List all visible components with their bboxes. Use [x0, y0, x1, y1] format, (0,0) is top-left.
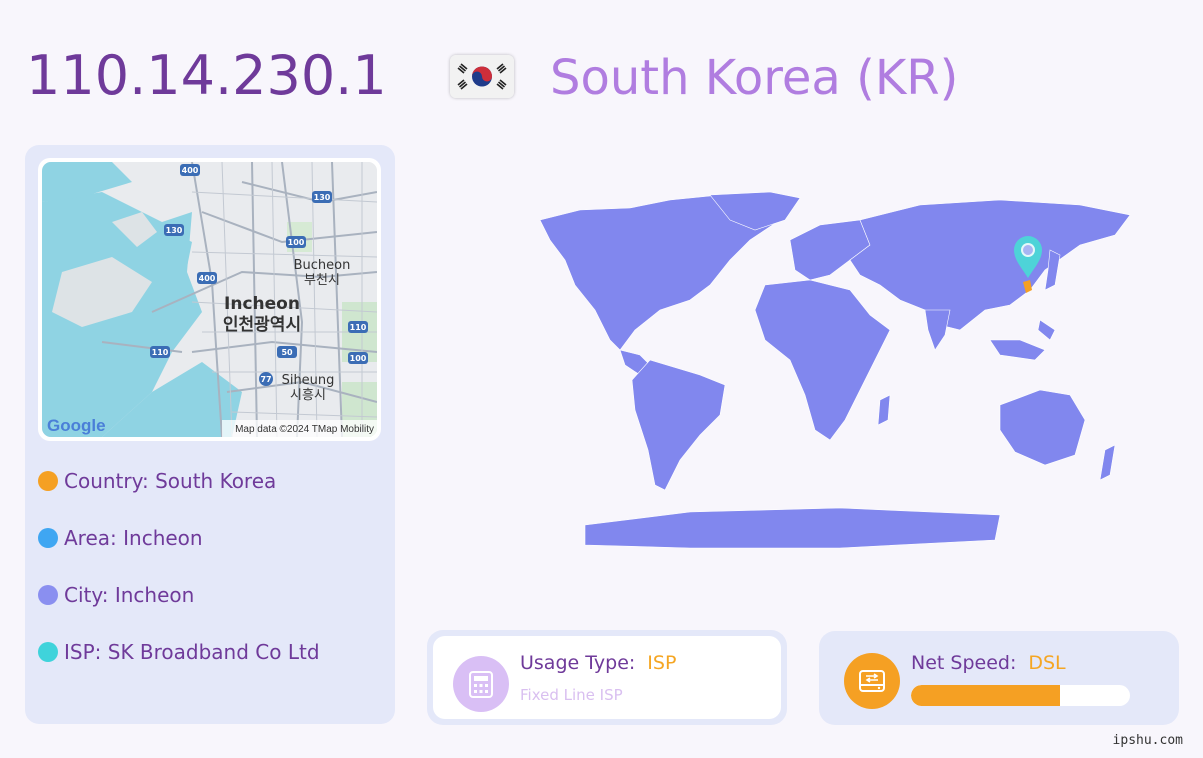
location-card: 400 130 130 100 400 110 50 110 100 77 Bu… [25, 145, 395, 724]
speed-bar [911, 685, 1130, 706]
road-label: 400 [182, 166, 199, 175]
map-label-bucheon: Bucheon [294, 258, 351, 273]
info-country-text: Country: South Korea [64, 469, 277, 493]
road-label: 100 [288, 238, 305, 247]
router-icon [844, 653, 900, 709]
speed-bar-fill [911, 685, 1060, 706]
map-label-bucheon-ko: 부천시 [304, 273, 340, 288]
map-label-incheon: Incheon [224, 294, 300, 314]
google-logo: Google [47, 416, 106, 435]
map-label-siheung: Siheung [282, 373, 335, 388]
fax-phone-icon [453, 656, 509, 712]
usage-type-sub: Fixed Line ISP [520, 686, 623, 704]
info-city-text: City: Incheon [64, 583, 195, 607]
road-label: 77 [260, 375, 271, 384]
map-label-incheon-ko: 인천광역시 [223, 315, 301, 335]
country-dot-icon [38, 471, 58, 491]
area-dot-icon [38, 528, 58, 548]
road-label: 100 [350, 354, 367, 363]
world-map [539, 190, 1150, 555]
info-area-text: Area: Incheon [64, 526, 203, 550]
city-dot-icon [38, 585, 58, 605]
info-isp-text: ISP: SK Broadband Co Ltd [64, 640, 320, 664]
isp-dot-icon [38, 642, 58, 662]
net-speed-card: Net Speed: DSL [819, 631, 1179, 725]
road-label: 50 [281, 348, 293, 357]
net-speed-line: Net Speed: DSL [911, 652, 1066, 674]
country-title: South Korea (KR) [550, 50, 959, 106]
info-isp: ISP: SK Broadband Co Ltd [38, 637, 320, 667]
net-speed-label: Net Speed: [911, 652, 1017, 674]
usage-type-value: ISP [647, 652, 677, 674]
map-label-siheung-ko: 시흥시 [290, 388, 326, 403]
map-attribution: Map data ©2024 TMap Mobility [235, 424, 374, 435]
road-label: 400 [199, 274, 216, 283]
watermark: ipshu.com [1112, 733, 1183, 748]
road-label: 110 [350, 323, 367, 332]
road-label: 130 [314, 193, 331, 202]
info-country: Country: South Korea [38, 466, 276, 496]
info-area: Area: Incheon [38, 523, 203, 553]
usage-type-label: Usage Type: [520, 652, 636, 674]
ip-address: 110.14.230.1 [26, 44, 387, 107]
net-speed-value: DSL [1028, 652, 1066, 674]
usage-type-card: Usage Type: ISP Fixed Line ISP [427, 630, 787, 725]
road-label: 110 [152, 348, 169, 357]
info-city: City: Incheon [38, 580, 194, 610]
usage-type-line: Usage Type: ISP [520, 652, 676, 674]
city-map[interactable]: 400 130 130 100 400 110 50 110 100 77 Bu… [38, 158, 381, 441]
road-label: 130 [166, 226, 183, 235]
south-korea-flag-icon [450, 55, 514, 98]
